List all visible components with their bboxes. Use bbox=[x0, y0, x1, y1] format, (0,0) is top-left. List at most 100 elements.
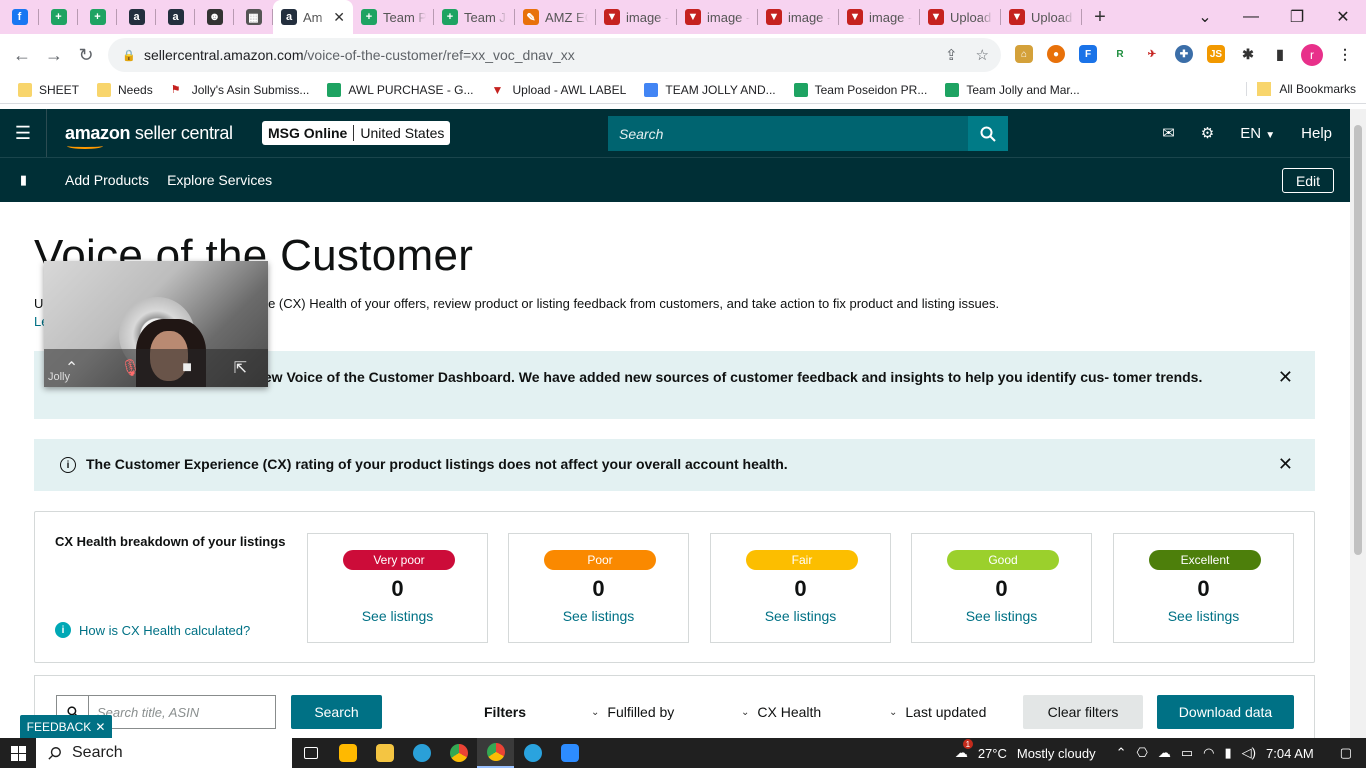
close-icon[interactable]: ✕ bbox=[1278, 367, 1293, 388]
pop-out-icon[interactable]: ⇱ bbox=[234, 358, 247, 378]
browser-tab[interactable]: + bbox=[78, 0, 117, 34]
volume-icon[interactable]: ◁) bbox=[1242, 745, 1256, 761]
share-icon[interactable]: ⇪ bbox=[945, 46, 958, 64]
weather-icon[interactable]: ☁ 1 bbox=[955, 739, 973, 761]
browser-tab[interactable]: a bbox=[156, 0, 195, 34]
new-tab-button[interactable]: + bbox=[1082, 6, 1118, 29]
close-icon[interactable]: ✕ bbox=[1278, 454, 1293, 475]
battery-icon[interactable]: ▭ bbox=[1181, 745, 1193, 761]
browser-tab[interactable]: + bbox=[39, 0, 78, 34]
browser-tab[interactable]: ☻ bbox=[195, 0, 234, 34]
bookmark-item[interactable]: TEAM JOLLY AND... bbox=[635, 82, 784, 97]
reload-icon[interactable]: ↻ bbox=[70, 45, 102, 66]
cx-health-dropdown[interactable]: ⌄ CX Health bbox=[741, 704, 821, 720]
video-call-preview[interactable]: ⌃ 🎙 ■ ⇱ Jolly bbox=[44, 261, 268, 387]
notification-icon[interactable]: ▢ bbox=[1340, 745, 1352, 761]
side-panel-icon[interactable]: ▮ bbox=[1271, 45, 1289, 63]
search-button[interactable]: Search bbox=[291, 695, 382, 729]
browser-tab[interactable]: ▼ image - bbox=[596, 0, 677, 34]
bookmark-item[interactable]: AWL PURCHASE - G... bbox=[318, 82, 482, 97]
account-switcher[interactable]: MSG Online United States bbox=[262, 121, 451, 145]
microphone-icon[interactable]: ▮ bbox=[1225, 745, 1232, 761]
browser-tab[interactable]: a Am ✕ bbox=[273, 0, 353, 34]
search-icon[interactable] bbox=[968, 116, 1008, 151]
last-updated-dropdown[interactable]: ⌄ Last updated bbox=[889, 704, 986, 720]
feedback-button[interactable]: FEEDBACK ✕ bbox=[20, 715, 112, 738]
close-icon[interactable]: ✕ bbox=[95, 720, 105, 734]
tab-search-icon[interactable]: ⌄ bbox=[1182, 0, 1228, 34]
mic-muted-icon[interactable]: 🎙 bbox=[120, 358, 140, 378]
mail-icon[interactable]: ✉ bbox=[1162, 124, 1175, 142]
store-icon[interactable] bbox=[329, 738, 366, 768]
fulfilled-by-dropdown[interactable]: ⌄ Fulfilled by bbox=[591, 704, 674, 720]
explore-services-link[interactable]: Explore Services bbox=[167, 172, 272, 188]
bookmark-item[interactable]: Needs bbox=[88, 82, 162, 97]
bookmark-item[interactable]: Team Poseidon PR... bbox=[785, 82, 937, 97]
extension-icon[interactable]: ✚ bbox=[1175, 45, 1193, 63]
help-link[interactable]: Help bbox=[1301, 125, 1332, 142]
bookmark-star-icon[interactable]: ☆ bbox=[976, 46, 989, 64]
js-extension-icon[interactable]: JS bbox=[1207, 45, 1225, 63]
browser-tab[interactable]: ▼ image - bbox=[839, 0, 920, 34]
browser-tab[interactable]: ▼ Upload bbox=[1001, 0, 1082, 34]
see-listings-link[interactable]: See listings bbox=[1114, 608, 1293, 624]
cx-health-help-link[interactable]: i How is CX Health calculated? bbox=[55, 622, 250, 638]
chrome-active-icon[interactable] bbox=[477, 738, 514, 768]
listing-search-input[interactable] bbox=[89, 696, 275, 728]
browser-tab[interactable]: ▼ Upload bbox=[920, 0, 1001, 34]
wifi-icon[interactable]: ◠ bbox=[1203, 745, 1214, 761]
windows-start-icon[interactable] bbox=[0, 738, 36, 768]
browser-tab[interactable]: a bbox=[117, 0, 156, 34]
browser-tab[interactable]: ▼ image - bbox=[758, 0, 839, 34]
file-explorer-icon[interactable] bbox=[366, 738, 403, 768]
edge-icon[interactable] bbox=[403, 738, 440, 768]
bookmark-item[interactable]: SHEET bbox=[0, 82, 88, 97]
extension-icon[interactable]: ⌂ bbox=[1015, 45, 1033, 63]
hamburger-menu-icon[interactable]: ☰ bbox=[0, 109, 47, 157]
browser-tab[interactable]: ✎ AMZ EC bbox=[515, 0, 596, 34]
page-scrollbar[interactable] bbox=[1350, 109, 1366, 738]
menu-kebab-icon[interactable]: ⋮ bbox=[1336, 45, 1354, 63]
clock[interactable]: 7:04 AM bbox=[1266, 746, 1314, 761]
close-window-button[interactable]: ✕ bbox=[1320, 0, 1366, 34]
fba-extension-icon[interactable]: F bbox=[1079, 45, 1097, 63]
address-bar[interactable]: 🔒 sellercentral.amazon.com/voice-of-the-… bbox=[108, 38, 1001, 72]
download-data-button[interactable]: Download data bbox=[1157, 695, 1294, 729]
browser-tab[interactable]: ▼ image - bbox=[677, 0, 758, 34]
restore-button[interactable]: ❐ bbox=[1274, 0, 1320, 34]
browser-tab[interactable]: + Team Jo bbox=[434, 0, 515, 34]
browser-tab[interactable]: + Team Pc bbox=[353, 0, 434, 34]
extension-icon[interactable]: R bbox=[1111, 45, 1129, 63]
onedrive-icon[interactable]: ☁ bbox=[1158, 745, 1171, 761]
bookmark-item[interactable]: ⚑ Jolly's Asin Submiss... bbox=[162, 83, 319, 97]
seller-central-logo[interactable]: amazon seller central bbox=[65, 123, 233, 149]
extension-icon[interactable]: ● bbox=[1047, 45, 1065, 63]
browser-tab[interactable]: ▦ bbox=[234, 0, 273, 34]
see-listings-link[interactable]: See listings bbox=[711, 608, 890, 624]
language-selector[interactable]: EN ▼ bbox=[1240, 125, 1275, 142]
clear-filters-button[interactable]: Clear filters bbox=[1023, 695, 1143, 729]
header-search-input[interactable] bbox=[608, 116, 968, 151]
see-listings-link[interactable]: See listings bbox=[912, 608, 1091, 624]
site-info-icon[interactable]: 🔒 bbox=[122, 49, 136, 62]
zoom-icon[interactable] bbox=[551, 738, 588, 768]
back-arrow-icon[interactable]: ← bbox=[6, 45, 38, 66]
see-listings-link[interactable]: See listings bbox=[308, 608, 487, 624]
bookmark-item[interactable]: ▼ Upload - AWL LABEL bbox=[483, 83, 636, 97]
bookmark-item[interactable]: Team Jolly and Mar... bbox=[936, 82, 1088, 97]
scrollbar-thumb[interactable] bbox=[1354, 125, 1362, 555]
close-tab-icon[interactable]: ✕ bbox=[333, 9, 345, 26]
edit-button[interactable]: Edit bbox=[1282, 168, 1334, 193]
add-products-link[interactable]: Add Products bbox=[65, 172, 149, 188]
see-listings-link[interactable]: See listings bbox=[509, 608, 688, 624]
extension-icon[interactable]: ✈ bbox=[1143, 45, 1161, 63]
camera-icon[interactable]: ■ bbox=[182, 359, 192, 377]
minimize-button[interactable]: — bbox=[1228, 0, 1274, 34]
bookmark-icon[interactable]: ▮ bbox=[0, 172, 47, 188]
profile-avatar[interactable]: r bbox=[1301, 44, 1323, 66]
telegram-icon[interactable] bbox=[514, 738, 551, 768]
puzzle-icon[interactable]: ✱ bbox=[1239, 45, 1257, 63]
forward-arrow-icon[interactable]: → bbox=[38, 45, 70, 66]
all-bookmarks[interactable]: All Bookmarks bbox=[1246, 82, 1356, 96]
meet-now-icon[interactable]: ⎔ bbox=[1137, 745, 1148, 761]
